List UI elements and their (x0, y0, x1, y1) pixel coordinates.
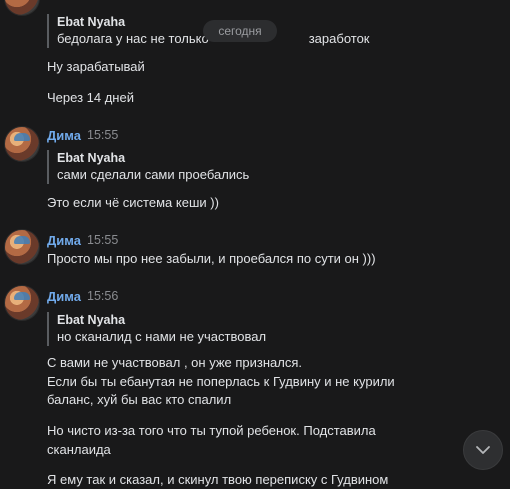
avatar[interactable] (4, 285, 40, 321)
date-divider: сегодня (203, 20, 277, 42)
reply-quote[interactable]: Ebat Nyaha но сканалид с нами не участво… (47, 312, 266, 346)
quote-text: но сканалид с нами не участвовал (57, 329, 267, 344)
author-name[interactable]: Дима (47, 233, 81, 248)
quote-text-start: бедолага у нас не только (57, 31, 209, 46)
message-text: Через 14 дней (47, 90, 134, 105)
message-text: сканлаида (47, 442, 111, 457)
message-time[interactable]: 15:55 (87, 128, 118, 142)
message-text: Я ему так и сказал, и скинул твою перепи… (47, 472, 389, 487)
quote-text: сами сделали сами проебались (57, 167, 250, 182)
avatar[interactable] (4, 126, 40, 162)
message-time[interactable]: 15:55 (87, 233, 118, 247)
quote-author: Ebat Nyaha (57, 151, 126, 165)
message-text: Если бы ты ебанутая не поперлась к Гудви… (47, 374, 395, 389)
chevron-down-icon (476, 446, 490, 454)
message-text: Ну зарабатывай (47, 59, 145, 74)
message-text: баланс, хуй бы вас кто спалил (47, 392, 232, 407)
message-text: Просто мы про нее забыли, и проебался по… (47, 251, 376, 266)
avatar[interactable] (4, 0, 40, 16)
avatar[interactable] (4, 229, 40, 265)
message-time[interactable]: 15:56 (87, 289, 118, 303)
message-text: Это если чё система кеши )) (47, 195, 219, 210)
scroll-down-button[interactable] (463, 430, 503, 470)
message-text: С вами не участвовал , он уже признался. (47, 355, 303, 370)
quote-author: Ebat Nyaha (57, 313, 126, 327)
message-text: Но чисто из-за того что ты тупой ребенок… (47, 423, 376, 438)
quote-text-end: заработок (308, 31, 370, 46)
reply-quote[interactable]: Ebat Nyaha сами сделали сами проебались (47, 150, 249, 184)
author-name[interactable]: Дима (47, 128, 81, 143)
author-name[interactable]: Дима (47, 289, 81, 304)
